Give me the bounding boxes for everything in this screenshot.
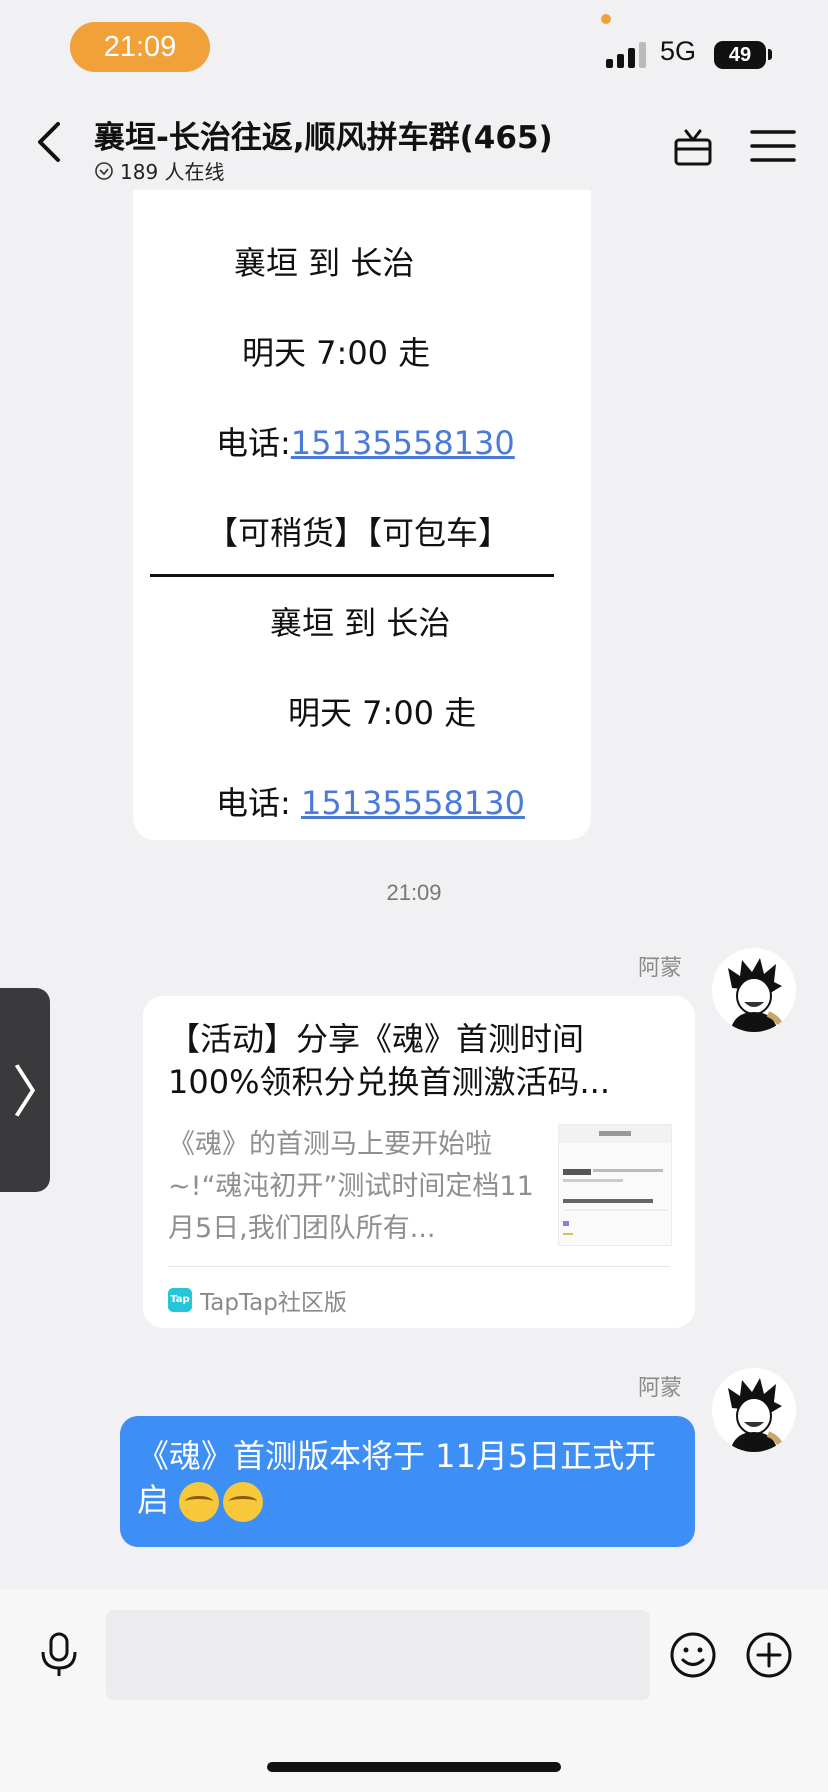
home-indicator[interactable] xyxy=(267,1762,561,1772)
online-check-icon xyxy=(95,161,113,180)
avatar[interactable] xyxy=(712,1368,796,1452)
sender-name: 阿蒙 xyxy=(638,1376,683,1401)
service-tags: 【可稍货】【可包车】 xyxy=(206,514,511,552)
phone-line: 电话:15135558130 xyxy=(216,418,515,464)
gift-button[interactable] xyxy=(668,122,718,172)
link-card-title: 【活动】分享《魂》首测时间100%领积分兑换首测激活码... xyxy=(168,1020,611,1101)
battery-tip xyxy=(768,49,772,60)
avatar-image xyxy=(728,958,785,1032)
phone-link[interactable]: 15135558130 xyxy=(291,424,515,462)
message-input[interactable] xyxy=(106,1610,650,1700)
phone-label: 电话: xyxy=(216,424,291,462)
link-card-description: 《魂》的首测马上要开始啦~!“魂沌初开”测试时间定档11月5日,我们团队所有..… xyxy=(168,1129,534,1244)
route-line: 襄垣 到 长治 xyxy=(234,244,415,282)
message-text: 《魂》首测版本将于 11月5日正式开启 xyxy=(137,1434,685,1522)
signal-icon xyxy=(606,42,648,68)
voice-button[interactable] xyxy=(36,1630,82,1680)
card-divider xyxy=(150,574,554,577)
plus-circle-icon xyxy=(746,1632,792,1678)
link-card-source: Tap TapTap社区版 xyxy=(168,1283,347,1317)
online-count-label: 189 人在线 xyxy=(120,160,225,184)
back-button[interactable] xyxy=(30,112,70,172)
group-title[interactable]: 襄垣-长治往返,顺风拼车群(465) xyxy=(94,112,553,157)
privacy-indicator-dot xyxy=(601,14,611,24)
online-count: 189 人在线 xyxy=(94,156,225,185)
sender-name: 阿蒙 xyxy=(638,956,683,981)
menu-icon xyxy=(750,130,796,162)
gift-icon xyxy=(674,129,712,166)
smiley-icon xyxy=(670,1632,716,1678)
message-timestamp: 21:09 xyxy=(386,880,442,905)
departure-line: 明天 7:00 走 xyxy=(288,694,477,732)
microphone-icon xyxy=(41,1632,77,1676)
taptap-icon: Tap xyxy=(168,1288,192,1312)
phone-link[interactable]: 15135558130 xyxy=(301,784,525,822)
menu-button[interactable] xyxy=(748,126,798,166)
link-card-thumbnail xyxy=(558,1124,672,1246)
link-card-divider xyxy=(168,1266,670,1267)
chevron-right-icon: 〉 xyxy=(12,1061,68,1126)
avatar[interactable] xyxy=(712,948,796,1032)
face-emoji-icon xyxy=(223,1482,264,1522)
thumbnail-image xyxy=(559,1125,671,1235)
emoji-button[interactable] xyxy=(668,1630,718,1680)
phone-label: 电话: xyxy=(216,784,291,822)
avatar-image xyxy=(728,1378,785,1452)
chevron-left-icon xyxy=(38,122,60,162)
departure-line: 明天 7:00 走 xyxy=(242,334,431,372)
status-time: 21:09 xyxy=(70,22,210,72)
battery-icon: 49 xyxy=(714,41,766,69)
source-label: TapTap社区版 xyxy=(200,1290,347,1316)
side-panel-handle[interactable]: 〉 xyxy=(0,988,68,1192)
route-line: 襄垣 到 长治 xyxy=(270,604,451,642)
network-label: 5G xyxy=(660,36,697,66)
more-button[interactable] xyxy=(744,1630,794,1680)
face-emoji-icon xyxy=(179,1482,220,1522)
phone-line: 电话: 15135558130 xyxy=(216,778,525,824)
